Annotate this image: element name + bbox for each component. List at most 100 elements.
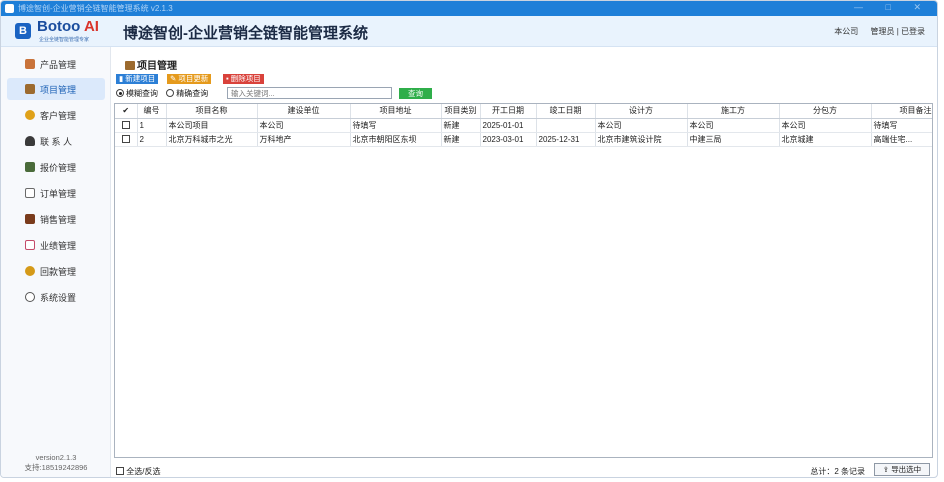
app-title: 博途智创-企业营销全链智能管理系统 — [123, 25, 368, 42]
delete-project-label: 删除项目 — [230, 74, 261, 83]
table-cell: 2025-12-31 — [536, 132, 596, 147]
sidebar-item-label: 订单管理 — [40, 189, 77, 199]
table-cell: 本公司 — [779, 118, 872, 133]
exact-search-label: 精确查询 — [176, 89, 209, 98]
contacts-icon — [25, 136, 35, 146]
table-cell: 本公司 — [257, 118, 351, 133]
sidebar-item-projects[interactable]: 项目管理 — [7, 78, 105, 100]
table-cell: 2025-01-01 — [480, 118, 537, 133]
sidebar-item-products[interactable]: 产品管理 — [7, 53, 105, 75]
customer-icon — [25, 110, 35, 120]
sidebar-item-label: 客户管理 — [40, 111, 77, 121]
sidebar-item-label: 项目管理 — [40, 85, 77, 95]
table-cell: 2023-03-01 — [480, 132, 537, 147]
table-cell: 万科地产 — [257, 132, 351, 147]
sidebar-item-label: 联 系 人 — [40, 137, 73, 147]
sidebar-item-label: 系统设置 — [40, 293, 77, 303]
column-header[interactable]: 开工日期 — [480, 104, 537, 119]
column-header[interactable]: 编号 — [137, 104, 167, 119]
row-checkbox[interactable] — [121, 134, 130, 143]
table-header-row: ✔ 编号 项目名称 建设单位 项目地址 项目类别 开工日期 竣工日期 设计方 施… — [115, 104, 932, 119]
table-cell: 新建 — [441, 132, 481, 147]
sidebar-footer: version2.1.3 支持:18519242896 — [1, 453, 111, 473]
search-button[interactable]: 查询 — [399, 88, 432, 99]
logo-subtitle: 企业全链智能管理专家 — [39, 37, 90, 43]
sidebar-item-label: 业绩管理 — [40, 241, 77, 251]
select-all-toggle[interactable]: 全选/反选 — [116, 466, 160, 477]
table-cell: 中建三局 — [687, 132, 780, 147]
radio-icon — [166, 89, 175, 97]
export-label: 导出选中 — [891, 465, 922, 474]
sidebar-item-contacts[interactable]: 联 系 人 — [7, 130, 105, 152]
window-controls[interactable]: — □ ✕ — [854, 2, 931, 13]
column-header[interactable]: 分包方 — [779, 104, 872, 119]
sidebar-item-label: 回款管理 — [40, 267, 77, 277]
project-table: ✔ 编号 项目名称 建设单位 项目地址 项目类别 开工日期 竣工日期 设计方 施… — [114, 103, 933, 458]
column-header[interactable]: 建设单位 — [257, 104, 351, 119]
sidebar-item-quotes[interactable]: 报价管理 — [7, 156, 105, 178]
update-project-button[interactable]: ✎ 项目更新 — [167, 74, 212, 84]
table-row[interactable]: 1 本公司项目 本公司 待填写 新建 2025-01-01 本公司 本公司 本公… — [115, 118, 932, 133]
page-title-text: 项目管理 — [137, 61, 177, 72]
column-header[interactable]: 竣工日期 — [536, 104, 596, 119]
sidebar-item-performance[interactable]: 业绩管理 — [7, 234, 105, 256]
order-icon — [25, 188, 35, 198]
sidebar-item-payments[interactable]: 回款管理 — [7, 260, 105, 282]
sidebar-item-sales[interactable]: 销售管理 — [7, 208, 105, 230]
export-icon: ⇪ — [882, 465, 892, 474]
table-row[interactable]: 2 北京万科城市之光 万科地产 北京市朝阳区东坝 新建 2023-03-01 2… — [115, 132, 932, 147]
user-status[interactable]: 管理员 | 已登录 — [870, 27, 925, 36]
page-title: 项目管理 — [125, 57, 177, 72]
exact-search-radio[interactable]: 精确查询 — [166, 89, 208, 98]
export-selected-button[interactable]: ⇪ 导出选中 — [874, 463, 930, 476]
row-checkbox-cell[interactable] — [115, 118, 138, 133]
window-title: 博途智创-企业营销全链智能管理系统 v2.1.3 — [18, 4, 173, 13]
delete-project-button[interactable]: ▪ 删除项目 — [223, 74, 264, 84]
select-all-checkbox[interactable] — [116, 467, 124, 475]
sales-icon — [25, 214, 35, 224]
sidebar-item-label: 报价管理 — [40, 163, 77, 173]
support-label: 支持:18519242896 — [24, 463, 88, 472]
project-icon — [125, 61, 135, 70]
sidebar-item-orders[interactable]: 订单管理 — [7, 182, 105, 204]
table-cell — [536, 118, 596, 133]
table-cell: 新建 — [441, 118, 481, 133]
sidebar-item-label: 销售管理 — [40, 215, 77, 225]
table-cell: 北京城建 — [779, 132, 872, 147]
new-project-label: 新建项目 — [125, 74, 156, 83]
version-label: version2.1.3 — [35, 453, 77, 462]
column-header[interactable]: 施工方 — [687, 104, 780, 119]
table-cell: 待填写 — [350, 118, 442, 133]
row-checkbox-cell[interactable] — [115, 132, 138, 147]
settings-icon — [25, 292, 35, 302]
header-user-info: 本公司 管理员 | 已登录 — [824, 26, 925, 37]
search-input[interactable] — [227, 87, 392, 99]
logo-brand: Botoo — [37, 18, 81, 35]
search-mode-row: 模糊查询 精确查询 — [116, 88, 208, 100]
column-header[interactable]: 项目名称 — [166, 104, 258, 119]
app-window: 博途智创-企业营销全链智能管理系统 v2.1.3 — □ ✕ B Botoo A… — [0, 0, 938, 478]
table-cell: 2 — [137, 132, 167, 147]
fuzzy-search-radio[interactable]: 模糊查询 — [116, 89, 158, 98]
app-header: B Botoo AI 企业全链智能管理专家 博途智创-企业营销全链智能管理系统 … — [1, 16, 937, 47]
company-label: 本公司 — [834, 27, 859, 36]
table-cell: 待填写 — [871, 118, 932, 133]
product-icon — [25, 59, 35, 69]
column-header[interactable]: 设计方 — [595, 104, 688, 119]
logo-text: Botoo AI — [37, 18, 99, 35]
table-cell: 本公司 — [595, 118, 688, 133]
table-cell: 本公司 — [687, 118, 780, 133]
check-column-header[interactable]: ✔ — [115, 104, 138, 119]
column-header[interactable]: 项目类别 — [441, 104, 481, 119]
new-project-button[interactable]: ▮ 新建项目 — [116, 74, 159, 84]
sidebar: 产品管理 项目管理 客户管理 联 系 人 报价管理 订单管理 销售管理 业绩管理… — [1, 47, 111, 477]
row-checkbox[interactable] — [121, 120, 130, 129]
window-titlebar: 博途智创-企业营销全链智能管理系统 v2.1.3 — □ ✕ — [1, 1, 937, 16]
column-header[interactable]: 项目备注 — [871, 104, 932, 119]
radio-selected-icon — [116, 89, 124, 97]
sidebar-item-customers[interactable]: 客户管理 — [7, 104, 105, 126]
sidebar-item-settings[interactable]: 系统设置 — [7, 286, 105, 308]
fuzzy-search-label: 模糊查询 — [126, 89, 158, 98]
performance-icon — [25, 240, 35, 250]
column-header[interactable]: 项目地址 — [350, 104, 442, 119]
